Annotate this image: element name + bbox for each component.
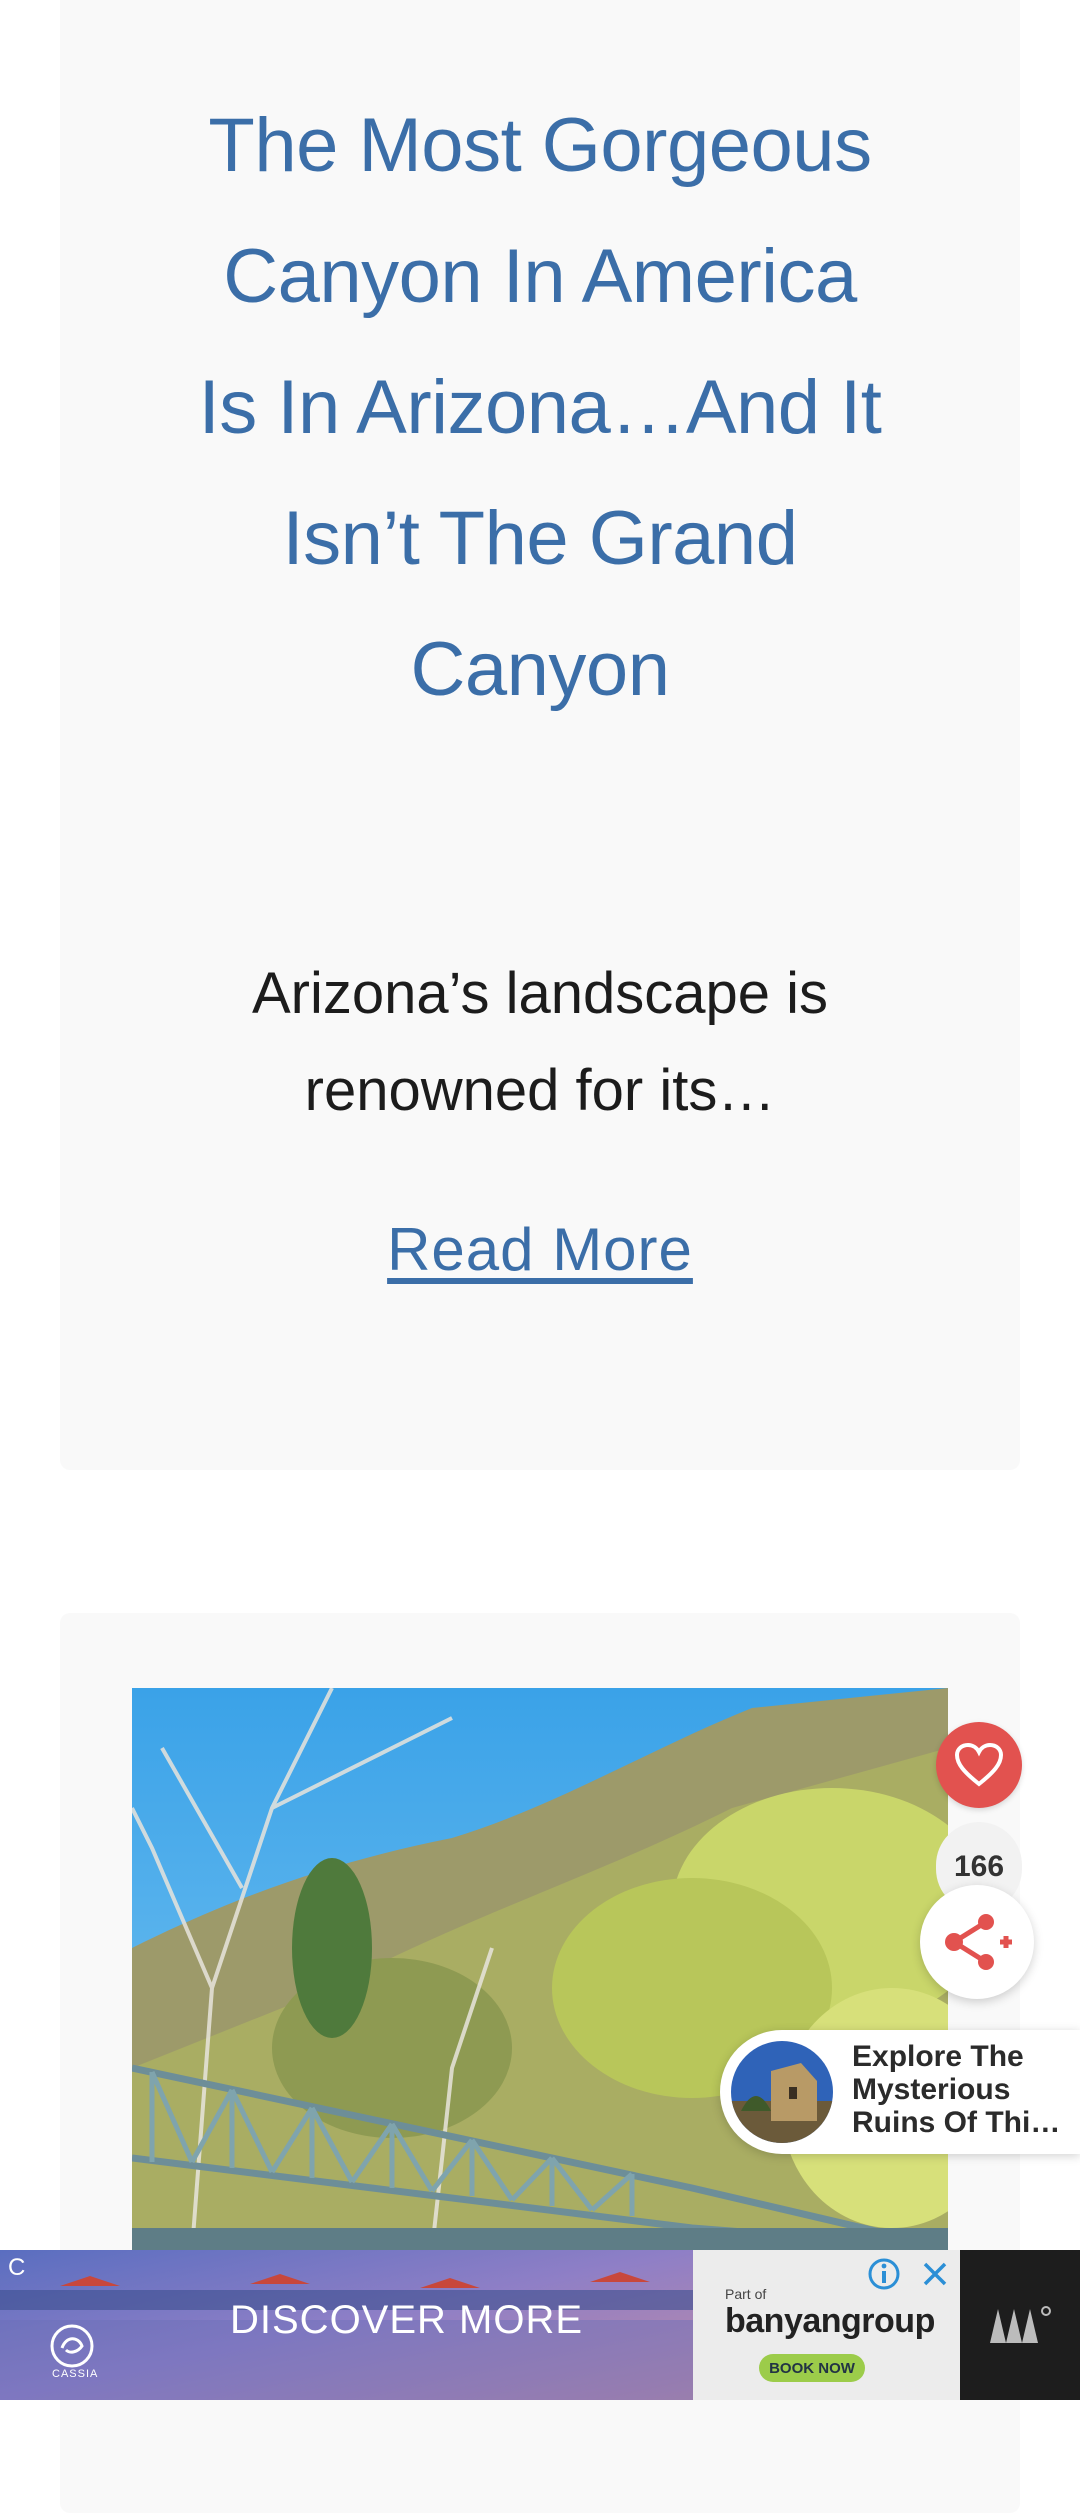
cassia-logo (50, 2324, 94, 2368)
ad-info-button[interactable] (864, 2254, 904, 2294)
share-icon (945, 1914, 1012, 1970)
related-article-thumbnail (728, 2038, 836, 2146)
ad-corner-letter: C (8, 2254, 26, 2281)
article-title[interactable]: The Most Gorgeous Canyon In America Is I… (190, 80, 890, 735)
related-article-title: Explore The Mysterious Ruins Of Thi… (852, 2040, 1061, 2139)
ad-cta-text[interactable]: DISCOVER MORE (230, 2298, 583, 2343)
ad-network-badge[interactable] (960, 2250, 1080, 2400)
ad-part-of-label: Part of (725, 2286, 767, 2302)
favorite-button[interactable] (936, 1722, 1022, 1808)
article-image[interactable] (132, 1688, 948, 2250)
cassia-logo-text: CASSIA (52, 2368, 99, 2380)
read-more-link[interactable]: Read More (60, 1215, 1020, 1284)
related-article-widget[interactable]: Explore The Mysterious Ruins Of Thi… (720, 2030, 1080, 2154)
heart-icon (954, 1742, 1004, 1787)
ad-image[interactable]: C CASSIA DISCOVER MORE (0, 2250, 693, 2400)
article-excerpt: Arizona’s landscape is renowned for its… (251, 961, 829, 1123)
ad-close-button[interactable] (915, 2254, 955, 2294)
article-card: The Most Gorgeous Canyon In America Is I… (60, 0, 1020, 1470)
close-icon (923, 2262, 947, 2286)
ad-banner[interactable]: C CASSIA DISCOVER MORE Part of banyangro… (0, 2250, 1080, 2400)
ad-partner-panel[interactable]: Part of banyangroup BOOK NOW (693, 2250, 960, 2400)
share-button[interactable] (920, 1885, 1034, 1999)
ad-network-logo-icon (990, 2306, 1051, 2343)
ad-book-now-button[interactable]: BOOK NOW (759, 2354, 865, 2382)
info-icon (868, 2258, 900, 2290)
ad-partner-logo: banyangroup (725, 2302, 935, 2340)
